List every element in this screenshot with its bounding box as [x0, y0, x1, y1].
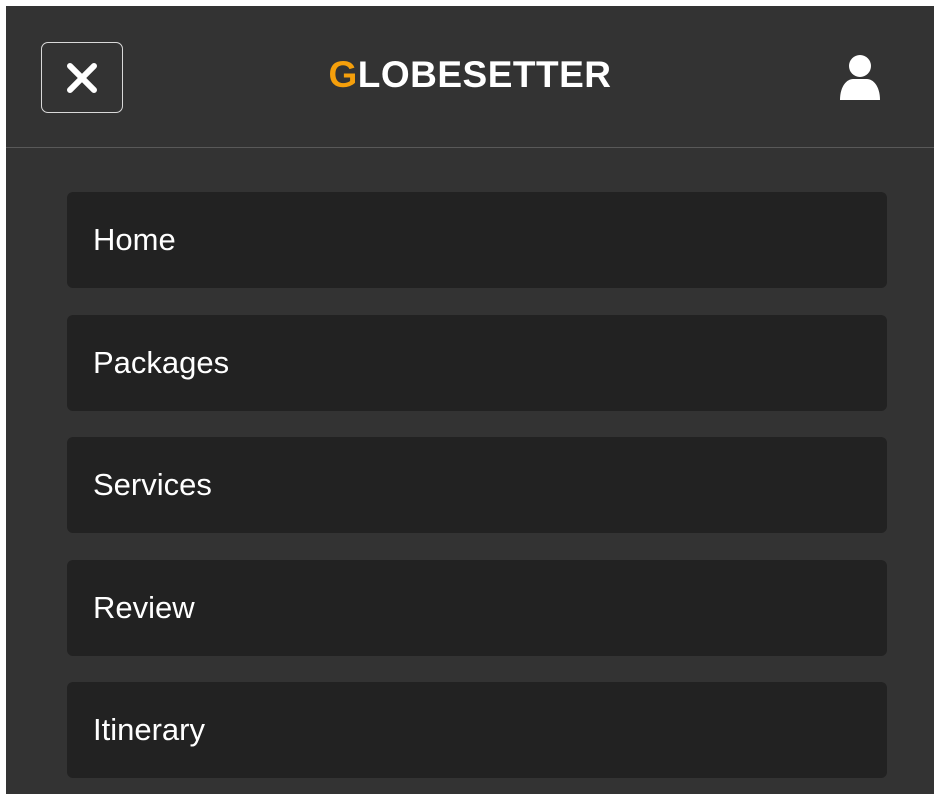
user-icon[interactable] [838, 54, 882, 100]
nav-menu: Home Packages Services Review Itinerary [67, 192, 887, 805]
brand-name-rest: LOBESETTER [357, 54, 612, 95]
nav-item-review[interactable]: Review [67, 559, 887, 656]
nav-item-services[interactable]: Services [67, 437, 887, 533]
brand-accent-letter: G [328, 54, 358, 95]
nav-item-itinerary[interactable]: Itinerary [67, 682, 887, 778]
brand-logo[interactable]: GLOBESETTER [6, 53, 934, 97]
nav-item-packages[interactable]: Packages [67, 314, 887, 411]
nav-item-home[interactable]: Home [67, 192, 887, 288]
menu-header: GLOBESETTER [6, 6, 934, 148]
mobile-menu-panel: GLOBESETTER Home Packages Services Revie… [6, 6, 934, 794]
